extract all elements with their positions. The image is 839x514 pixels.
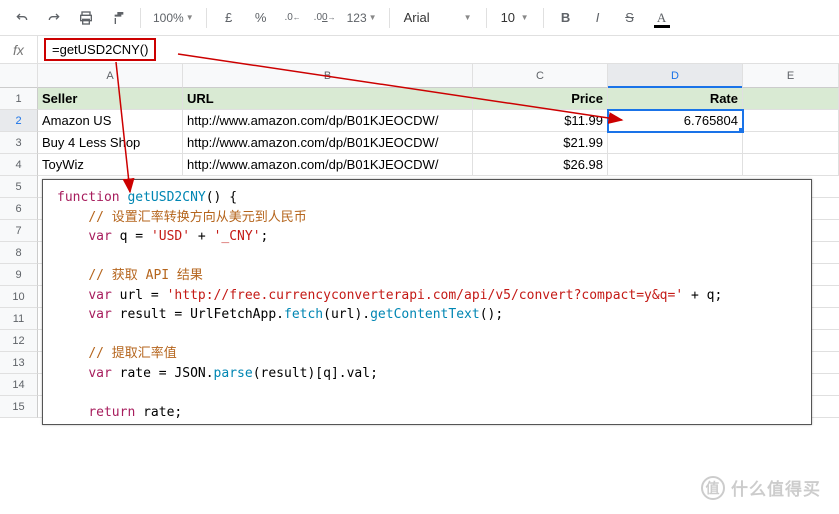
decrease-decimal-button[interactable]: .0← bbox=[279, 4, 307, 32]
row-header-14[interactable]: 14 bbox=[0, 374, 38, 396]
more-formats-button[interactable]: 123 ▼ bbox=[343, 11, 381, 25]
cell-D2[interactable]: 6.765804 bbox=[608, 110, 743, 132]
font-select[interactable]: Arial ▼ bbox=[398, 10, 478, 25]
row-header-9[interactable]: 9 bbox=[0, 264, 38, 286]
row-header-11[interactable]: 11 bbox=[0, 308, 38, 330]
row-header-7[interactable]: 7 bbox=[0, 220, 38, 242]
cell-C1[interactable]: Price bbox=[473, 88, 608, 110]
col-header-B[interactable]: B bbox=[183, 64, 473, 88]
currency-button[interactable]: £ bbox=[215, 4, 243, 32]
watermark-text: 什么值得买 bbox=[731, 475, 821, 500]
row-header-3[interactable]: 3 bbox=[0, 132, 38, 154]
cell-B4[interactable]: http://www.amazon.com/dp/B01KJEOCDW/ bbox=[183, 154, 473, 176]
strikethrough-button[interactable]: S bbox=[616, 4, 644, 32]
cell-E2[interactable] bbox=[743, 110, 839, 132]
code-overlay: function getUSD2CNY() { // 设置汇率转换方向从美元到人… bbox=[42, 179, 812, 425]
formula-input[interactable]: =getUSD2CNY() bbox=[38, 36, 839, 63]
row-header-13[interactable]: 13 bbox=[0, 352, 38, 374]
cell-C4[interactable]: $26.98 bbox=[473, 154, 608, 176]
cell-E3[interactable] bbox=[743, 132, 839, 154]
row-header-12[interactable]: 12 bbox=[0, 330, 38, 352]
watermark-icon: 值 bbox=[701, 476, 725, 500]
cell-B2[interactable]: http://www.amazon.com/dp/B01KJEOCDW/ bbox=[183, 110, 473, 132]
percent-button[interactable]: % bbox=[247, 4, 275, 32]
spreadsheet: A B C D E 1 Seller URL Price Rate 2 Amaz… bbox=[0, 64, 839, 418]
formula-text: =getUSD2CNY() bbox=[44, 38, 156, 61]
cell-A2[interactable]: Amazon US bbox=[38, 110, 183, 132]
undo-button[interactable] bbox=[8, 4, 36, 32]
col-header-D[interactable]: D bbox=[608, 64, 743, 88]
watermark: 值 什么值得买 bbox=[701, 475, 821, 500]
row-header-2[interactable]: 2 bbox=[0, 110, 38, 132]
cell-C2[interactable]: $11.99 bbox=[473, 110, 608, 132]
cell-B3[interactable]: http://www.amazon.com/dp/B01KJEOCDW/ bbox=[183, 132, 473, 154]
row-header-4[interactable]: 4 bbox=[0, 154, 38, 176]
cell-E4[interactable] bbox=[743, 154, 839, 176]
zoom-select[interactable]: 100% ▼ bbox=[149, 11, 198, 25]
cell-D3[interactable] bbox=[608, 132, 743, 154]
row-header-6[interactable]: 6 bbox=[0, 198, 38, 220]
cell-A3[interactable]: Buy 4 Less Shop bbox=[38, 132, 183, 154]
cell-B1[interactable]: URL bbox=[183, 88, 473, 110]
col-header-E[interactable]: E bbox=[743, 64, 839, 88]
italic-button[interactable]: I bbox=[584, 4, 612, 32]
font-size-select[interactable]: 10 ▼ bbox=[495, 10, 535, 25]
col-header-A[interactable]: A bbox=[38, 64, 183, 88]
increase-decimal-button[interactable]: .00→ bbox=[311, 4, 339, 32]
row-header-5[interactable]: 5 bbox=[0, 176, 38, 198]
paint-format-button[interactable] bbox=[104, 4, 132, 32]
toolbar: 100% ▼ £ % .0← .00→ 123 ▼ Arial ▼ 10 ▼ B… bbox=[0, 0, 839, 36]
redo-button[interactable] bbox=[40, 4, 68, 32]
cell-E1[interactable] bbox=[743, 88, 839, 110]
row-header-8[interactable]: 8 bbox=[0, 242, 38, 264]
cell-A4[interactable]: ToyWiz bbox=[38, 154, 183, 176]
cell-C3[interactable]: $21.99 bbox=[473, 132, 608, 154]
bold-button[interactable]: B bbox=[552, 4, 580, 32]
formula-bar: fx =getUSD2CNY() bbox=[0, 36, 839, 64]
cell-D4[interactable] bbox=[608, 154, 743, 176]
row-header-10[interactable]: 10 bbox=[0, 286, 38, 308]
row-header-1[interactable]: 1 bbox=[0, 88, 38, 110]
col-header-C[interactable]: C bbox=[473, 64, 608, 88]
select-all-cell[interactable] bbox=[0, 64, 38, 88]
row-header-15[interactable]: 15 bbox=[0, 396, 38, 418]
fx-label: fx bbox=[0, 36, 38, 63]
cell-D1[interactable]: Rate bbox=[608, 88, 743, 110]
print-button[interactable] bbox=[72, 4, 100, 32]
cell-A1[interactable]: Seller bbox=[38, 88, 183, 110]
text-color-button[interactable]: A bbox=[648, 4, 676, 32]
